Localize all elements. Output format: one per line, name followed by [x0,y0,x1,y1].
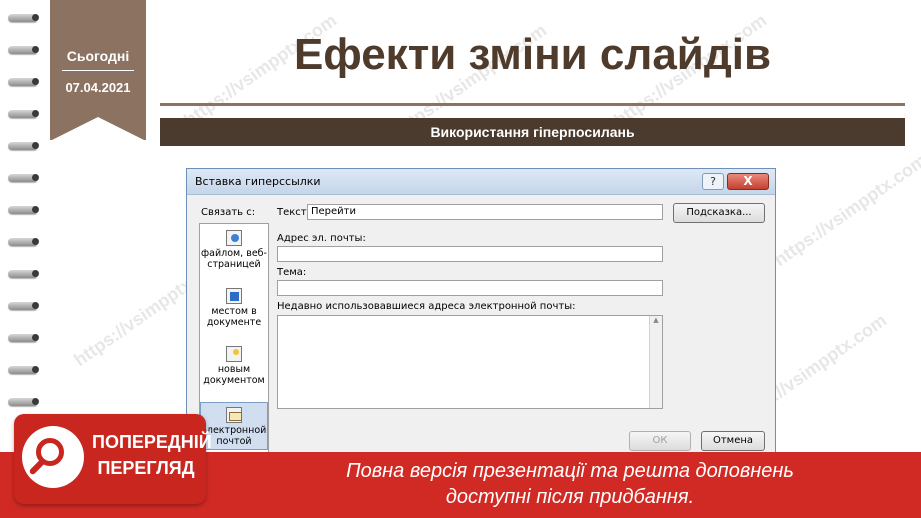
today-label: Сьогодні [66,48,130,64]
help-button[interactable]: ? [702,173,724,190]
banner-text-line1: Повна версія презентації та решта доповн… [346,460,794,482]
new-document-icon [226,346,242,362]
email-icon [226,407,242,423]
link-place-in-document[interactable]: местом в документе [200,288,268,328]
link-to-bar: файлом, веб-страницей местом в документе… [199,223,269,453]
link-new-document[interactable]: новым документом [200,346,268,386]
insert-hyperlink-dialog: Вставка гиперссылки ? X Связать с: Текст… [186,168,776,458]
link-to-label: Связать с: [201,207,256,218]
text-label: Текст: [277,207,310,218]
badge-line1: ПОПЕРЕДНІЙ [92,432,212,452]
subject-label: Тема: [277,267,307,278]
slide-subtitle: Використання гіперпосилань [160,118,905,146]
link-web-page[interactable]: файлом, веб-страницей [200,230,268,270]
close-button[interactable]: X [727,173,769,190]
recent-addresses-label: Недавно использовавшиеся адреса электрон… [277,301,576,312]
email-field[interactable] [277,246,663,262]
text-field[interactable]: Перейти [307,204,663,220]
place-in-document-icon [226,288,242,304]
title-divider [160,103,905,106]
cancel-button[interactable]: Отмена [701,431,765,451]
list-scrollbar[interactable]: ▲ [649,316,662,408]
recent-addresses-list[interactable]: ▲ [277,315,663,409]
dialog-title: Вставка гиперссылки [187,169,775,195]
subject-field[interactable] [277,280,663,296]
magnifier-icon [22,426,84,488]
email-label: Адрес эл. почты: [277,233,366,244]
web-page-icon [226,230,242,246]
banner-text: Повна версія презентації та решта доповн… [240,458,900,510]
ok-button[interactable]: ОК [629,431,691,451]
date-ribbon: Сьогодні 07.04.2021 [50,0,146,141]
date-label: 07.04.2021 [65,80,131,95]
slide-title: Ефекти зміни слайдів [293,30,772,79]
badge-line2: ПЕРЕГЛЯД [97,458,195,478]
banner-text-line2: доступні після придбання. [445,486,695,508]
tooltip-button[interactable]: Подсказка... [673,203,765,223]
